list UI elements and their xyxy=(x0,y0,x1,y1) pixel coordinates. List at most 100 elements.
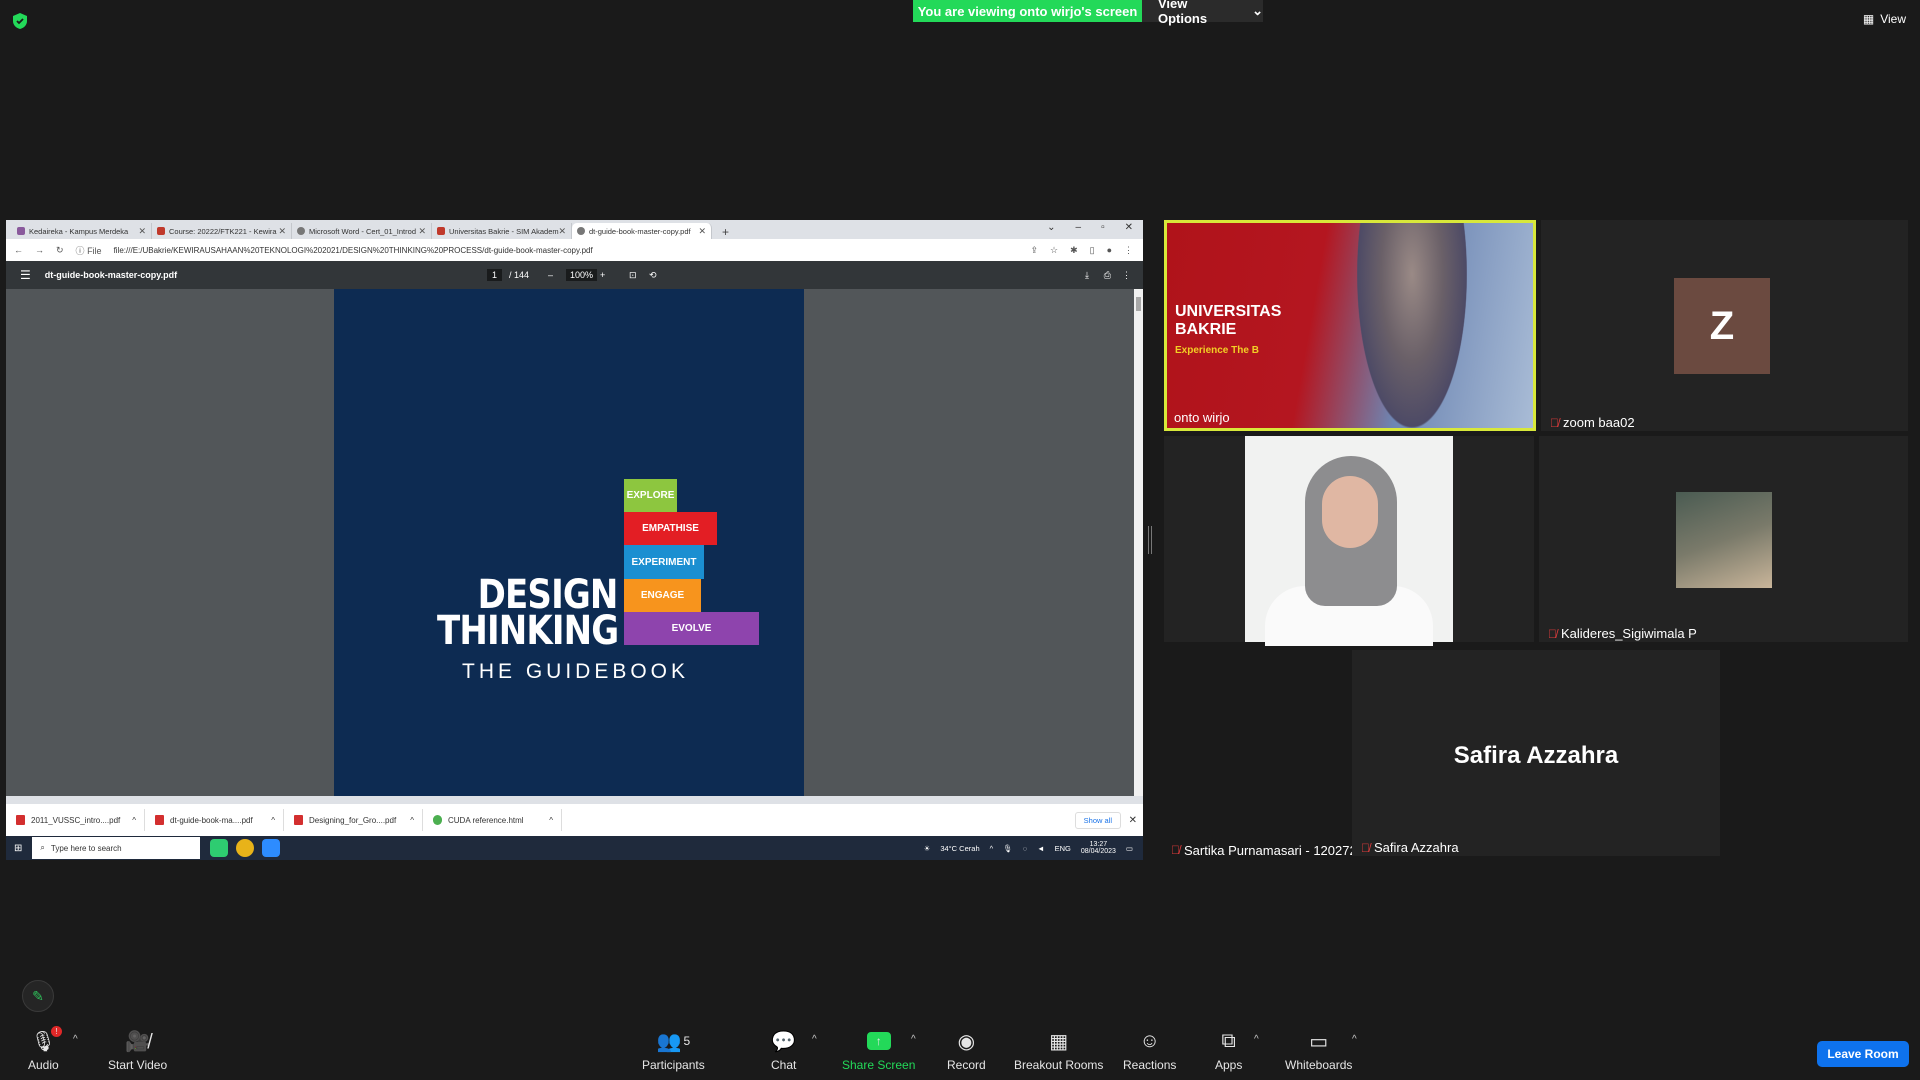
browser-tab[interactable]: Course: 20222/FTK221 - Kewira ✕ xyxy=(152,223,292,239)
start-video-label: Start Video xyxy=(108,1058,168,1072)
weather-text[interactable]: 34°C Cerah xyxy=(940,844,979,853)
zoom-out-icon[interactable]: – xyxy=(548,270,553,280)
leave-room-button[interactable]: Leave Room xyxy=(1817,1041,1909,1067)
security-shield-icon[interactable] xyxy=(12,12,28,30)
volume-icon[interactable]: ◄ xyxy=(1037,844,1044,853)
apps-button[interactable]: ⧉ Apps xyxy=(1215,1028,1242,1073)
forward-icon[interactable]: → xyxy=(35,245,44,255)
tab-label: dt-guide-book-master-copy.pdf xyxy=(589,226,691,236)
clock-time: 13:27 xyxy=(1089,841,1108,848)
close-tab-icon[interactable]: ✕ xyxy=(278,226,286,237)
page-number-input[interactable]: 1 xyxy=(487,269,503,281)
pdf-more-icon[interactable]: ⋮ xyxy=(1122,270,1131,281)
chevron-up-icon[interactable]: ^ xyxy=(132,816,136,825)
back-icon[interactable]: ← xyxy=(14,245,23,255)
close-window-icon[interactable]: ✕ xyxy=(1125,222,1133,233)
audio-options-caret-icon[interactable]: ^ xyxy=(73,1034,78,1045)
clock[interactable]: 13:27 08/04/2023 xyxy=(1081,841,1116,855)
bookmark-star-icon[interactable]: ☆ xyxy=(1050,245,1058,256)
view-button[interactable]: ▦ View xyxy=(1863,12,1906,26)
video-tile-onto-wirjo[interactable]: UNIVERSITAS BAKRIE Experience The B onto … xyxy=(1164,220,1536,431)
download-item[interactable]: Designing_for_Gro....pdf ^ xyxy=(284,809,423,831)
url-input[interactable]: file:///E:/UBakrie/KEWIRAUSAHAAN%20TEKNO… xyxy=(114,246,593,255)
apps-options-caret-icon[interactable]: ^ xyxy=(1254,1034,1259,1045)
whatsapp-icon[interactable] xyxy=(210,839,229,857)
record-button[interactable]: ◉ Record xyxy=(947,1028,986,1073)
close-tab-icon[interactable]: ✕ xyxy=(138,226,146,237)
rotate-icon[interactable]: ⟲ xyxy=(649,270,657,281)
address-bar-icons: ⇪ ☆ ✱ ▯ ● ⋮ xyxy=(1030,245,1133,256)
profile-icon[interactable]: ● xyxy=(1107,245,1112,256)
browser-tab[interactable]: Kedaireka - Kampus Merdeka ✕ xyxy=(12,223,152,239)
tab-search-icon[interactable]: ⌄ xyxy=(1047,222,1055,233)
minimize-icon[interactable]: – xyxy=(1076,222,1082,233)
network-icon[interactable]: ◌ xyxy=(1023,844,1027,853)
participants-label: Participants xyxy=(642,1058,705,1072)
notification-icon[interactable]: ▭ xyxy=(1126,844,1133,853)
maximize-icon[interactable]: ▫ xyxy=(1101,222,1105,233)
menu-icon[interactable]: ☰ xyxy=(20,268,31,282)
breakout-rooms-button[interactable]: ▦ Breakout Rooms xyxy=(1014,1028,1103,1073)
windows-taskbar: ⊞ ⌕ Type here to search ☀ 34°C Cerah ^ 🎙 … xyxy=(6,836,1143,860)
mic-tray-icon[interactable]: 🎙 xyxy=(1003,844,1013,853)
split-divider-handle[interactable] xyxy=(1148,526,1152,554)
extensions-icon[interactable]: ✱ xyxy=(1070,245,1078,256)
taskbar-search[interactable]: ⌕ Type here to search xyxy=(32,837,201,859)
annotate-pencil-icon[interactable]: ✎ xyxy=(22,980,54,1012)
download-icon[interactable]: ⤓ xyxy=(1085,270,1089,281)
taskbar-search-text: Type here to search xyxy=(50,843,122,853)
zoom-in-icon[interactable]: + xyxy=(600,270,605,280)
more-menu-icon[interactable]: ⋮ xyxy=(1124,245,1133,256)
show-all-button[interactable]: Show all xyxy=(1074,811,1121,829)
sidepanel-icon[interactable]: ▯ xyxy=(1090,245,1095,256)
print-icon[interactable]: ⎙ xyxy=(1104,270,1111,281)
browser-tab[interactable]: Universitas Bakrie - SIM Akadem ✕ xyxy=(432,223,572,239)
scroll-thumb[interactable] xyxy=(1136,297,1141,311)
chevron-up-icon[interactable]: ^ xyxy=(549,816,553,825)
pdf-viewer-area[interactable]: EXPLORE EMPATHISE EXPERIMENT ENGAGE EVOL… xyxy=(6,289,1134,796)
download-label: dt-guide-book-ma....pdf xyxy=(170,815,253,825)
audio-button[interactable]: 🎙! Audio xyxy=(28,1026,63,1072)
tray-chevron-icon[interactable]: ^ xyxy=(990,844,994,853)
download-label: 2011_VUSSC_intro....pdf xyxy=(31,815,121,825)
download-item[interactable]: CUDA reference.html ^ xyxy=(423,809,562,831)
view-options-button[interactable]: View Options ⌄ xyxy=(1142,0,1263,26)
chevron-up-icon[interactable]: ^ xyxy=(410,816,414,825)
new-tab-icon[interactable]: + xyxy=(712,225,739,239)
whiteboards-button[interactable]: ▭ Whiteboards xyxy=(1285,1028,1352,1073)
whiteboards-options-caret-icon[interactable]: ^ xyxy=(1352,1034,1357,1045)
muted-mic-icon: 🎙̸ xyxy=(1548,626,1557,641)
start-video-button[interactable]: 🎥̸ Start Video xyxy=(108,1028,168,1073)
chat-options-caret-icon[interactable]: ^ xyxy=(812,1034,817,1045)
close-tab-icon[interactable]: ✕ xyxy=(698,226,706,237)
pdf-scrollbar[interactable] xyxy=(1134,289,1143,796)
browser-tab-active[interactable]: dt-guide-book-master-copy.pdf ✕ xyxy=(572,223,712,239)
fit-page-icon[interactable]: ⊡ xyxy=(629,270,637,281)
share-options-caret-icon[interactable]: ^ xyxy=(911,1034,916,1045)
share-icon[interactable]: ⇪ xyxy=(1030,245,1038,256)
participant-face xyxy=(1322,476,1378,548)
chat-button[interactable]: 💬 Chat xyxy=(771,1028,796,1073)
reactions-button[interactable]: ☺ Reactions xyxy=(1123,1028,1176,1073)
close-tab-icon[interactable]: ✕ xyxy=(558,226,566,237)
muted-mic-icon: 🎙̸ xyxy=(1550,415,1559,430)
chrome-icon[interactable] xyxy=(236,839,255,857)
windows-start-icon[interactable]: ⊞ xyxy=(14,843,22,854)
chevron-up-icon[interactable]: ^ xyxy=(271,816,275,825)
download-item[interactable]: dt-guide-book-ma....pdf ^ xyxy=(145,809,284,831)
download-item[interactable]: 2011_VUSSC_intro....pdf ^ xyxy=(6,809,145,831)
close-downloads-icon[interactable]: ✕ xyxy=(1129,815,1137,826)
close-tab-icon[interactable]: ✕ xyxy=(418,226,426,237)
participants-button[interactable]: 👥 5 Participants xyxy=(642,1028,705,1073)
step-empathise: EMPATHISE xyxy=(624,512,717,545)
browser-tab[interactable]: Microsoft Word - Cert_01_Introd ✕ xyxy=(292,223,432,239)
participant-name: Kalideres_Sigiwimala P xyxy=(1561,626,1697,641)
reload-icon[interactable]: ↻ xyxy=(56,245,64,256)
download-label: Designing_for_Gro....pdf xyxy=(309,815,397,825)
info-icon[interactable]: ⓘ File xyxy=(76,244,102,257)
zoom-app-icon[interactable] xyxy=(262,839,281,857)
share-screen-button[interactable]: ↑ Share Screen xyxy=(842,1028,915,1072)
weather-icon[interactable]: ☀ xyxy=(924,844,931,853)
language-indicator[interactable]: ENG xyxy=(1055,844,1071,853)
zoom-input[interactable]: 100% xyxy=(566,269,598,281)
